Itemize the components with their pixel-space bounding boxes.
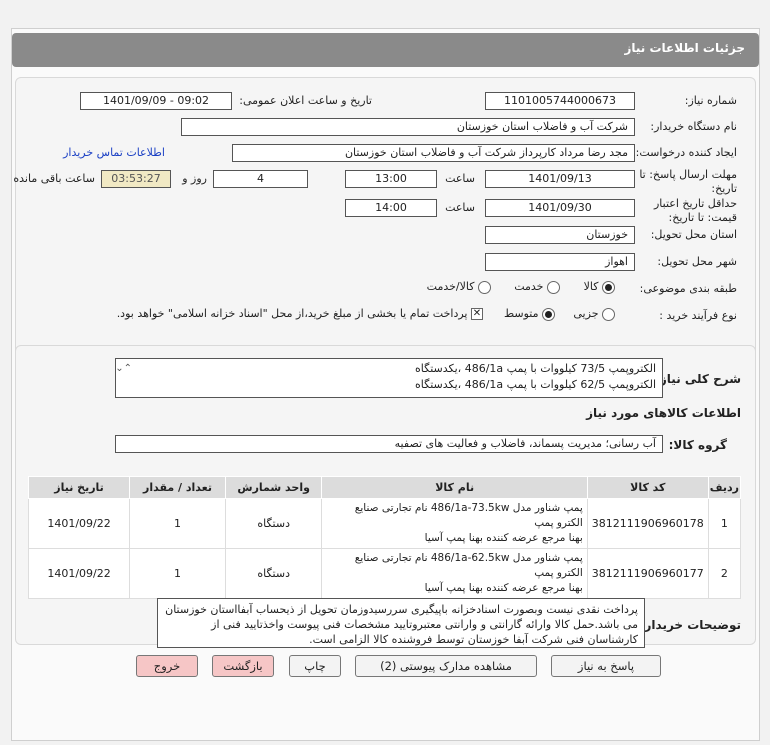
reply-hour-label: ساعت	[445, 172, 475, 185]
col-code: کد کالا	[586, 476, 709, 499]
validity-hour-label: ساعت	[445, 201, 475, 214]
scroll-arrows-icon[interactable]: ⌃⌄	[115, 361, 132, 377]
print-button[interactable]: چاپ	[289, 655, 341, 677]
general-desc-box: الکتروپمپ 73/5 کیلووات با پمپ 486/1a ،یک…	[115, 358, 663, 398]
cell-name: پمپ شناور مدل 486/1a-73.5kw نام تجارتی ص…	[321, 498, 588, 549]
exit-button[interactable]: خروج	[136, 655, 198, 677]
cell-date: 1401/09/22	[27, 498, 131, 549]
reply-days-field: 4	[213, 170, 308, 188]
purchase-type-label: نوع فرآیند خرید :	[659, 309, 737, 322]
back-button[interactable]: بازگشت	[212, 655, 274, 677]
page-title: جزئیات اطلاعات نیاز	[12, 33, 759, 67]
cell-row: 1	[707, 498, 742, 549]
cell-code: 3812111906960177	[586, 548, 709, 599]
requester-label: ایجاد کننده درخواست:	[635, 146, 737, 159]
cell-date: 1401/09/22	[27, 548, 131, 599]
delivery-city-label: شهر محل تحویل:	[657, 255, 737, 268]
cell-name: پمپ شناور مدل 486/1a-62.5kw نام تجارتی ص…	[321, 548, 588, 599]
reply-hour-field: 13:00	[345, 170, 437, 188]
validity-hour-field: 14:00	[345, 199, 437, 217]
table-row: 2 3812111906960177 پمپ شناور مدل 486/1a-…	[27, 548, 742, 599]
requester-field: مجد رضا مرداد کارپرداز شرکت آب و فاضلاب …	[232, 144, 635, 162]
price-validity-label: حداقل تاریخ اعتبار قیمت: تا تاریخ:	[653, 197, 737, 224]
buyer-notes-box: پرداخت نقدی نیست وبصورت اسنادخزانه باپیگ…	[157, 598, 645, 648]
category-option-goods[interactable]: کالا	[584, 280, 615, 294]
reply-deadline-label: مهلت ارسال پاسخ: تا تاریخ:	[639, 168, 737, 195]
col-qty: تعداد / مقدار	[129, 476, 226, 499]
goods-info-title: اطلاعات کالاهای مورد نیاز	[586, 406, 741, 420]
remaining-label: ساعت باقی مانده	[13, 172, 95, 185]
category-option-service[interactable]: خدمت	[514, 280, 560, 294]
general-desc-line-2: الکتروپمپ 62/5 کیلووات با پمپ 486/1a ،یک…	[415, 378, 656, 391]
city-field: اهواز	[485, 253, 635, 271]
province-field: خوزستان	[485, 226, 635, 244]
cell-unit: دستگاه	[224, 548, 323, 599]
table-header-row: ردیف کد کالا نام کالا واحد شمارش تعداد /…	[27, 476, 742, 499]
general-desc-line-1: الکتروپمپ 73/5 کیلووات با پمپ 486/1a ،یک…	[415, 362, 656, 375]
subject-category-label: طبقه بندی موضوعی:	[639, 282, 737, 295]
radio-selected-icon[interactable]	[602, 280, 615, 294]
buyer-org-label: نام دستگاه خریدار:	[650, 120, 737, 133]
days-label: روز و	[182, 172, 207, 185]
purchase-option-medium[interactable]: متوسط	[504, 307, 555, 321]
reply-date-field: 1401/09/13	[485, 170, 635, 188]
validity-date-field: 1401/09/30	[485, 199, 635, 217]
radio-icon[interactable]	[602, 307, 615, 321]
buyer-contact-link[interactable]: اطلاعات تماس خریدار	[63, 146, 165, 159]
radio-selected-icon[interactable]	[542, 307, 555, 321]
checkbox-x-icon[interactable]: ✕	[471, 308, 483, 320]
page-frame: جزئیات اطلاعات نیاز شماره نیاز: 11010057…	[11, 28, 760, 741]
radio-icon[interactable]	[547, 280, 560, 294]
col-unit: واحد شمارش	[224, 476, 323, 499]
purchase-option-minor[interactable]: جزیی	[573, 307, 615, 321]
delivery-province-label: استان محل تحویل:	[650, 228, 737, 241]
buyer-notes-label: توضیحات خریدار:	[639, 618, 741, 632]
treasury-note[interactable]: ✕ پرداخت تمام یا بخشی از مبلغ خرید،از مح…	[117, 307, 483, 320]
buyer-org-field: شرکت آب و فاضلاب استان خوزستان	[181, 118, 635, 136]
col-date: تاریخ نیاز	[27, 476, 131, 499]
cell-row: 2	[707, 548, 742, 599]
goods-group-field: آب رسانی؛ مدیریت پسماند، فاضلاب و فعالیت…	[115, 435, 663, 453]
general-desc-label: شرح کلی نیاز:	[655, 372, 741, 386]
need-info-section: شماره نیاز: 1101005744000673 تاریخ و ساع…	[13, 77, 756, 367]
attachments-button[interactable]: مشاهده مدارک پیوستی (2)	[355, 655, 537, 677]
category-option-goods-service[interactable]: کالا/خدمت	[427, 280, 491, 294]
remaining-time-field: 03:53:27	[101, 170, 171, 188]
cell-qty: 1	[129, 498, 226, 549]
announce-datetime-label: تاریخ و ساعت اعلان عمومی:	[239, 94, 372, 107]
table-row: 1 3812111906960178 پمپ شناور مدل 486/1a-…	[27, 498, 742, 549]
reply-button[interactable]: پاسخ به نیاز	[551, 655, 661, 677]
cell-unit: دستگاه	[224, 498, 323, 549]
need-number-field: 1101005744000673	[485, 92, 635, 110]
cell-qty: 1	[129, 548, 226, 599]
goods-table: ردیف کد کالا نام کالا واحد شمارش تعداد /…	[27, 476, 742, 599]
cell-code: 3812111906960178	[586, 498, 709, 549]
goods-section: شرح کلی نیاز: الکتروپمپ 73/5 کیلووات با …	[15, 345, 756, 648]
col-row: ردیف	[707, 476, 742, 499]
goods-group-label: گروه کالا:	[668, 438, 727, 452]
radio-icon[interactable]	[478, 280, 491, 294]
announce-datetime-field: 1401/09/09 - 09:02	[80, 92, 232, 110]
col-name: نام کالا	[321, 476, 588, 499]
need-number-label: شماره نیاز:	[684, 94, 737, 107]
